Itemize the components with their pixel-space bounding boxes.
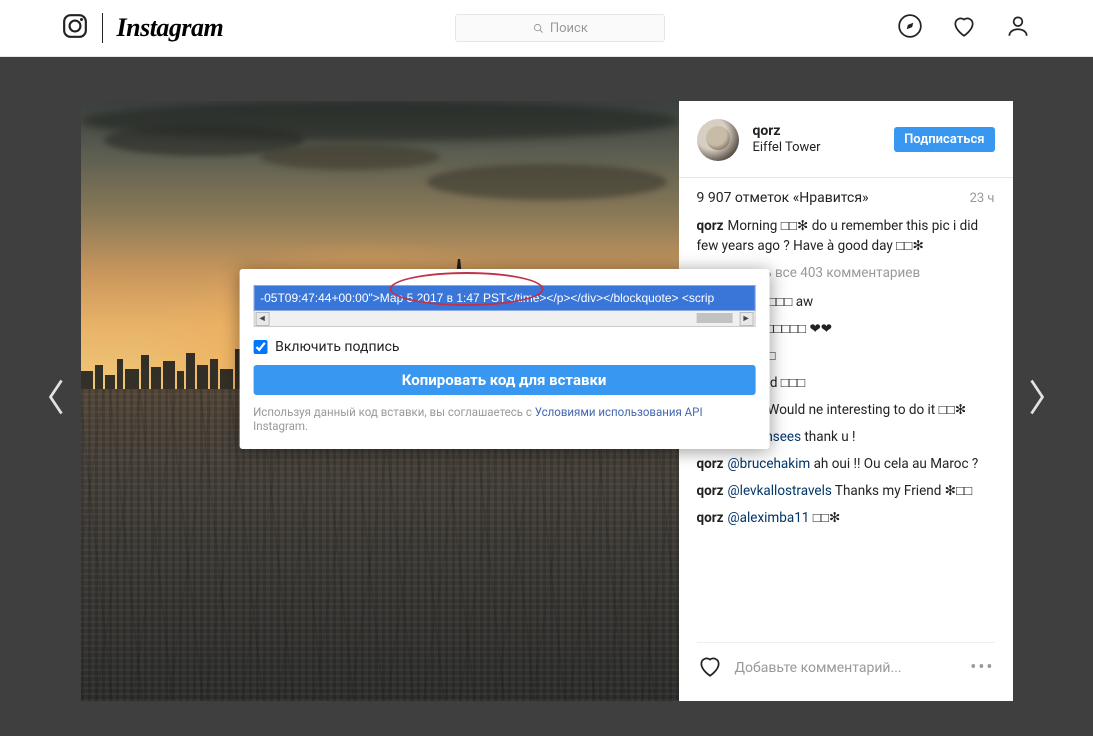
comment-item: qorz@levkallostravels Thanks my Friend ✻… [697,481,989,502]
likes-count[interactable]: 9 907 отметок «Нравится» [697,190,869,206]
scrollbar-thumb[interactable] [696,313,732,323]
top-nav: Instagram Поиск [0,0,1093,57]
logo-divider [102,13,103,43]
instagram-glyph-icon [62,13,88,43]
avatar[interactable] [697,119,739,161]
explore-icon[interactable] [897,13,923,43]
activity-heart-icon[interactable] [951,13,977,43]
search-input[interactable]: Поиск [455,14,665,42]
comment-item: qorz@aleximba11 □□✻ [697,508,989,529]
embed-code-input[interactable] [253,285,755,311]
post-username[interactable]: qorz [753,123,881,141]
post-location[interactable]: Eiffel Tower [753,140,881,156]
horizontal-scrollbar[interactable]: ◄ ► [253,311,755,327]
comment-item: qorz@brucehakim ah oui !! Ou cela au Mar… [697,454,989,475]
prev-post-arrow[interactable] [36,377,76,417]
add-comment-input[interactable]: Добавьте комментарий... [735,660,959,676]
embed-modal: ◄ ► Включить подпись Копировать код для … [239,269,769,449]
logo-group[interactable]: Instagram [62,13,224,43]
search-icon [533,23,544,34]
copy-embed-button[interactable]: Копировать код для вставки [253,365,755,395]
profile-icon[interactable] [1005,13,1031,43]
include-caption-box[interactable] [253,340,267,354]
search-placeholder: Поиск [550,21,588,36]
next-post-arrow[interactable] [1017,377,1057,417]
post-caption: qorzMorning □□✻ do u remember this pic i… [697,216,989,258]
more-options-icon[interactable]: ••• [970,657,994,678]
brand-wordmark: Instagram [117,13,224,43]
scroll-left-icon[interactable]: ◄ [255,312,269,326]
follow-button[interactable]: Подписаться [894,127,994,152]
post-time: 23 ч [970,191,995,206]
scroll-right-icon[interactable]: ► [739,312,753,326]
terms-text: Используя данный код вставки, вы соглаша… [253,405,755,433]
like-heart-icon[interactable] [697,653,723,683]
include-caption-checkbox[interactable]: Включить подпись [253,339,755,355]
api-terms-link[interactable]: Условиями использования API [535,405,703,419]
